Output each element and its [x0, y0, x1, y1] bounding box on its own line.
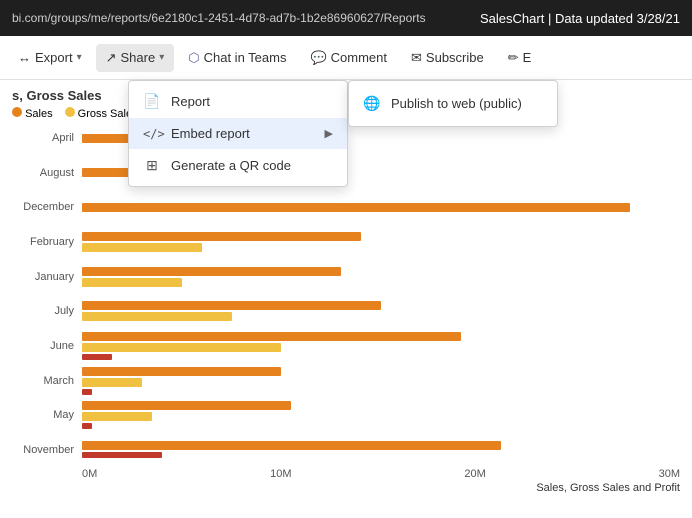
- bar-row: [82, 228, 680, 256]
- bar-row: [82, 297, 680, 325]
- x-label: 0M: [82, 468, 97, 480]
- qr-icon: ⊞: [143, 157, 161, 174]
- x-axis: 0M 10M 20M 30M: [12, 468, 680, 480]
- legend-gross: Gross Sales: [65, 107, 138, 120]
- share-icon: ↗: [106, 50, 117, 66]
- subscribe-icon: ✉: [411, 50, 422, 66]
- url-bar: bi.com/groups/me/reports/6e2180c1-2451-4…: [12, 11, 480, 25]
- x-label: 20M: [464, 468, 485, 480]
- bar-sales: [82, 232, 361, 241]
- bar-sales: [82, 332, 461, 341]
- bar-gross: [82, 312, 232, 321]
- y-label: December: [12, 193, 74, 221]
- y-label: June: [12, 332, 74, 360]
- y-label: July: [12, 297, 74, 325]
- bar-profit: [82, 452, 162, 458]
- export-icon: ↔: [18, 50, 31, 65]
- bar-row: [82, 193, 680, 221]
- bar-sales: [82, 301, 381, 310]
- bar-sales: [82, 401, 291, 410]
- bar-gross: [82, 343, 281, 352]
- bar-sales: [82, 367, 281, 376]
- export-chevron: ▾: [77, 52, 82, 63]
- bar-sales: [82, 441, 501, 450]
- bar-sales: [82, 203, 630, 212]
- bar-profit: [82, 354, 112, 360]
- y-label: August: [12, 159, 74, 187]
- chat-in-teams-button[interactable]: ⬡ Chat in Teams: [178, 44, 296, 72]
- bar-row: [82, 367, 680, 395]
- export-button[interactable]: ↔ Export ▾: [8, 44, 92, 71]
- embed-submenu: 🌐 Publish to web (public): [348, 80, 558, 127]
- report-title: SalesChart | Data updated 3/28/21: [480, 11, 680, 26]
- y-label: February: [12, 228, 74, 256]
- embed-arrow-icon: ▶: [325, 127, 333, 140]
- bar-gross: [82, 243, 202, 252]
- bar-gross: [82, 412, 152, 421]
- share-button[interactable]: ↗ Share ▾: [96, 44, 175, 72]
- menu-item-qr[interactable]: ⊞ Generate a QR code: [129, 149, 347, 182]
- bar-gross: [82, 378, 142, 387]
- comment-icon: 💬: [310, 50, 326, 66]
- edit-button[interactable]: ✏ E: [498, 44, 542, 72]
- bar-row: [82, 332, 680, 360]
- top-bar: bi.com/groups/me/reports/6e2180c1-2451-4…: [0, 0, 692, 36]
- y-label: April: [12, 124, 74, 152]
- y-label: November: [12, 436, 74, 464]
- submenu-item-publish[interactable]: 🌐 Publish to web (public): [349, 85, 557, 122]
- bar-profit: [82, 389, 92, 395]
- x-label: 30M: [659, 468, 680, 480]
- bar-row: [82, 436, 680, 464]
- bar-sales: [82, 267, 341, 276]
- share-dropdown: 📄 Report </> Embed report ▶ ⊞ Generate a…: [128, 80, 348, 187]
- share-chevron: ▾: [159, 52, 164, 63]
- subscribe-button[interactable]: ✉ Subscribe: [401, 44, 494, 72]
- bar-row: [82, 401, 680, 429]
- teams-icon: ⬡: [188, 50, 199, 66]
- bar-gross: [82, 278, 182, 287]
- legend-gross-dot: [65, 107, 75, 117]
- y-axis: April August December February January July Ju…: [12, 124, 82, 464]
- legend-sales-dot: [12, 107, 22, 117]
- comment-button[interactable]: 💬 Comment: [300, 44, 397, 72]
- y-label: January: [12, 263, 74, 291]
- bar-row: [82, 263, 680, 291]
- edit-icon: ✏: [508, 50, 519, 66]
- menu-item-embed[interactable]: </> Embed report ▶: [129, 118, 347, 149]
- y-label: May: [12, 401, 74, 429]
- bar-profit: [82, 423, 92, 429]
- embed-icon: </>: [143, 127, 161, 141]
- report-icon: 📄: [143, 93, 161, 110]
- chart-subtitle: Sales, Gross Sales and Profit: [12, 482, 680, 494]
- x-label: 10M: [270, 468, 291, 480]
- toolbar: ↔ Export ▾ ↗ Share ▾ ⬡ Chat in Teams 💬 C…: [0, 36, 692, 80]
- publish-icon: 🌐: [363, 95, 381, 112]
- menu-item-report[interactable]: 📄 Report: [129, 85, 347, 118]
- legend-sales: Sales: [12, 107, 53, 120]
- y-label: March: [12, 367, 74, 395]
